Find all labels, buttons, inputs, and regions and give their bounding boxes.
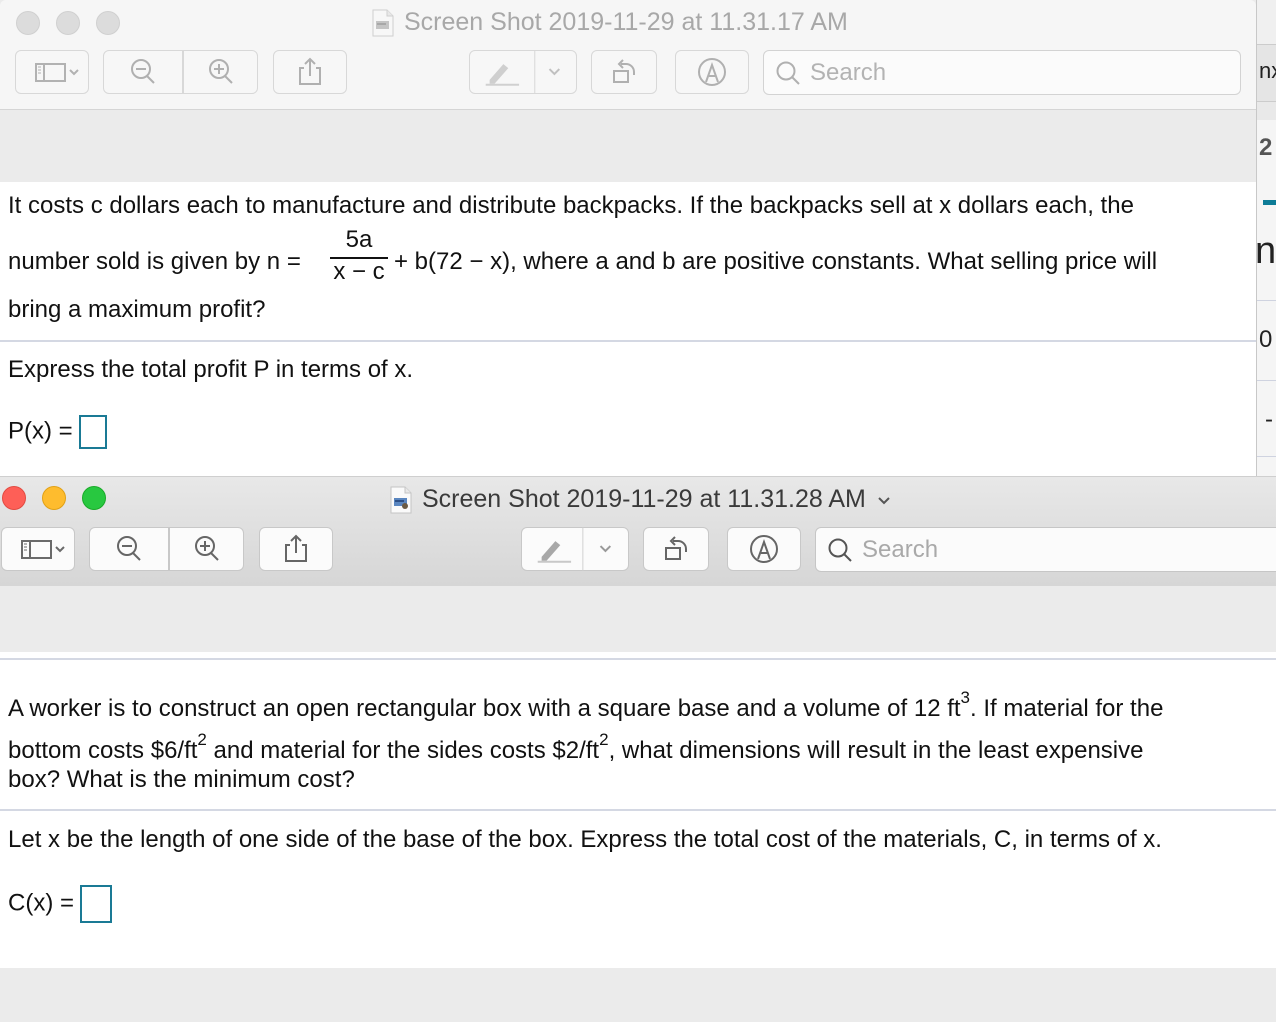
background-window-text-fragment: 0 (1259, 326, 1273, 353)
fraction-5a-over-x-minus-c: 5a x − c (330, 226, 388, 286)
background-window-text-fragment: 2 (1259, 134, 1273, 161)
window-1-title-text: Screen Shot 2019-11-29 at 11.31.17 AM (404, 8, 848, 36)
window-2-titlebar: Screen Shot 2019-11-29 at 11.31.28 AM Se… (0, 476, 1276, 587)
answer-row: P(x) = (8, 415, 107, 449)
preview-window-2[interactable]: Screen Shot 2019-11-29 at 11.31.28 AM Se… (0, 476, 1276, 1022)
window-2-gutter (0, 586, 1276, 658)
markup-pen-icon (698, 58, 726, 86)
superscript: 2 (197, 730, 207, 749)
text: , what dimensions will result in the lea… (608, 737, 1144, 764)
window-2-title-text: Screen Shot 2019-11-29 at 11.31.28 AM (422, 485, 866, 513)
divider (1257, 456, 1276, 457)
text: . If material for the (970, 695, 1164, 722)
rotate-left-icon (613, 59, 635, 83)
question-text-line-2: bottom costs $6/ft2 and material for the… (8, 730, 1144, 765)
prompt-text: Express the total profit P in terms of x… (8, 356, 414, 383)
answer-label: P(x) = (8, 417, 73, 445)
rotate-left-icon (665, 536, 687, 560)
background-window-text-fragment: n (1256, 230, 1276, 272)
window-1-gutter (0, 110, 1256, 182)
answer-label: C(x) = (8, 889, 74, 917)
zoom-in-button[interactable] (183, 50, 258, 94)
chevron-down-icon[interactable] (876, 494, 892, 506)
background-window[interactable]: nx 2 n 0 - (1256, 0, 1276, 480)
image-document-icon (390, 486, 412, 513)
divider (1257, 380, 1276, 381)
divider (1257, 300, 1276, 301)
background-window-accent-bar (1263, 200, 1276, 205)
divider (0, 809, 1276, 811)
zoom-out-icon (131, 59, 155, 84)
question-text-line-1: It costs c dollars each to manufacture a… (8, 192, 1134, 219)
highlight-button[interactable] (469, 50, 577, 94)
sidebar-toggle-button[interactable] (1, 527, 75, 571)
question-text-line-2-prefix: number sold is given by n = (8, 248, 301, 275)
zoom-out-button[interactable] (89, 527, 169, 571)
zoom-window-button[interactable] (82, 486, 106, 510)
minimize-button[interactable] (56, 11, 80, 35)
window-2-document: A worker is to construct an open rectang… (0, 652, 1276, 968)
answer-input-px[interactable] (78, 415, 107, 449)
share-button[interactable] (273, 50, 347, 94)
window-1-document: It costs c dollars each to manufacture a… (0, 182, 1256, 476)
background-window-titlebar (1257, 0, 1276, 44)
background-window-text-fragment: - (1265, 406, 1273, 433)
share-button[interactable] (259, 527, 333, 571)
preview-window-1[interactable]: Screen Shot 2019-11-29 at 11.31.17 AM Se… (0, 0, 1256, 476)
zoom-out-button[interactable] (103, 50, 183, 94)
close-button[interactable] (16, 11, 40, 35)
divider (0, 340, 1256, 342)
image-document-icon (372, 9, 394, 36)
zoom-in-button[interactable] (169, 527, 244, 571)
text: and material for the sides costs $2/ft (206, 737, 600, 764)
markup-button[interactable] (727, 527, 801, 571)
question-text-line-1: A worker is to construct an open rectang… (8, 688, 1164, 723)
window-2-title[interactable]: Screen Shot 2019-11-29 at 11.31.28 AM (390, 485, 892, 514)
superscript: 3 (960, 688, 971, 707)
rotate-button[interactable] (643, 527, 709, 571)
minimize-button[interactable] (42, 486, 66, 510)
question-text-line-3: bring a maximum profit? (8, 296, 266, 323)
sidebar-icon (21, 540, 65, 559)
highlighter-icon (537, 527, 612, 571)
fraction-denominator: x − c (333, 257, 385, 285)
answer-row: C(x) = (8, 885, 112, 923)
share-icon (299, 57, 321, 85)
window-1-titlebar: Screen Shot 2019-11-29 at 11.31.17 AM Se… (0, 0, 1256, 110)
markup-button[interactable] (675, 50, 749, 94)
background-window-text-fragment: nx (1259, 58, 1276, 83)
question-text-line-2-suffix: + b(72 − x), where a and b are positive … (394, 248, 1158, 275)
divider (0, 658, 1276, 660)
search-placeholder: Search (862, 535, 939, 563)
text: bottom costs $6/ft (8, 737, 198, 764)
search-field[interactable]: Search (815, 527, 1276, 572)
close-button[interactable] (2, 486, 26, 510)
highlight-button[interactable] (521, 527, 629, 571)
zoom-window-button[interactable] (96, 11, 120, 35)
zoom-out-icon (117, 536, 141, 561)
window-2-traffic-lights (2, 486, 106, 510)
sidebar-icon (35, 63, 79, 82)
answer-input-cx[interactable] (80, 885, 112, 923)
markup-pen-icon (750, 535, 778, 563)
sidebar-toggle-button[interactable] (15, 50, 89, 94)
search-field[interactable]: Search (763, 50, 1241, 95)
window-1-traffic-lights (16, 11, 120, 35)
superscript: 2 (599, 730, 609, 749)
search-icon (776, 61, 800, 85)
rotate-button[interactable] (591, 50, 657, 94)
highlighter-icon (485, 50, 561, 94)
share-icon (285, 534, 307, 562)
zoom-in-icon (208, 59, 233, 84)
zoom-in-icon (194, 536, 219, 561)
prompt-text: Let x be the length of one side of the b… (8, 826, 1162, 853)
text: A worker is to construct an open rectang… (8, 695, 961, 722)
window-1-title: Screen Shot 2019-11-29 at 11.31.17 AM (372, 8, 848, 37)
search-icon (828, 538, 852, 562)
question-text-line-3: box? What is the minimum cost? (8, 766, 355, 793)
search-placeholder: Search (810, 58, 887, 86)
fraction-numerator: 5a (345, 226, 373, 253)
